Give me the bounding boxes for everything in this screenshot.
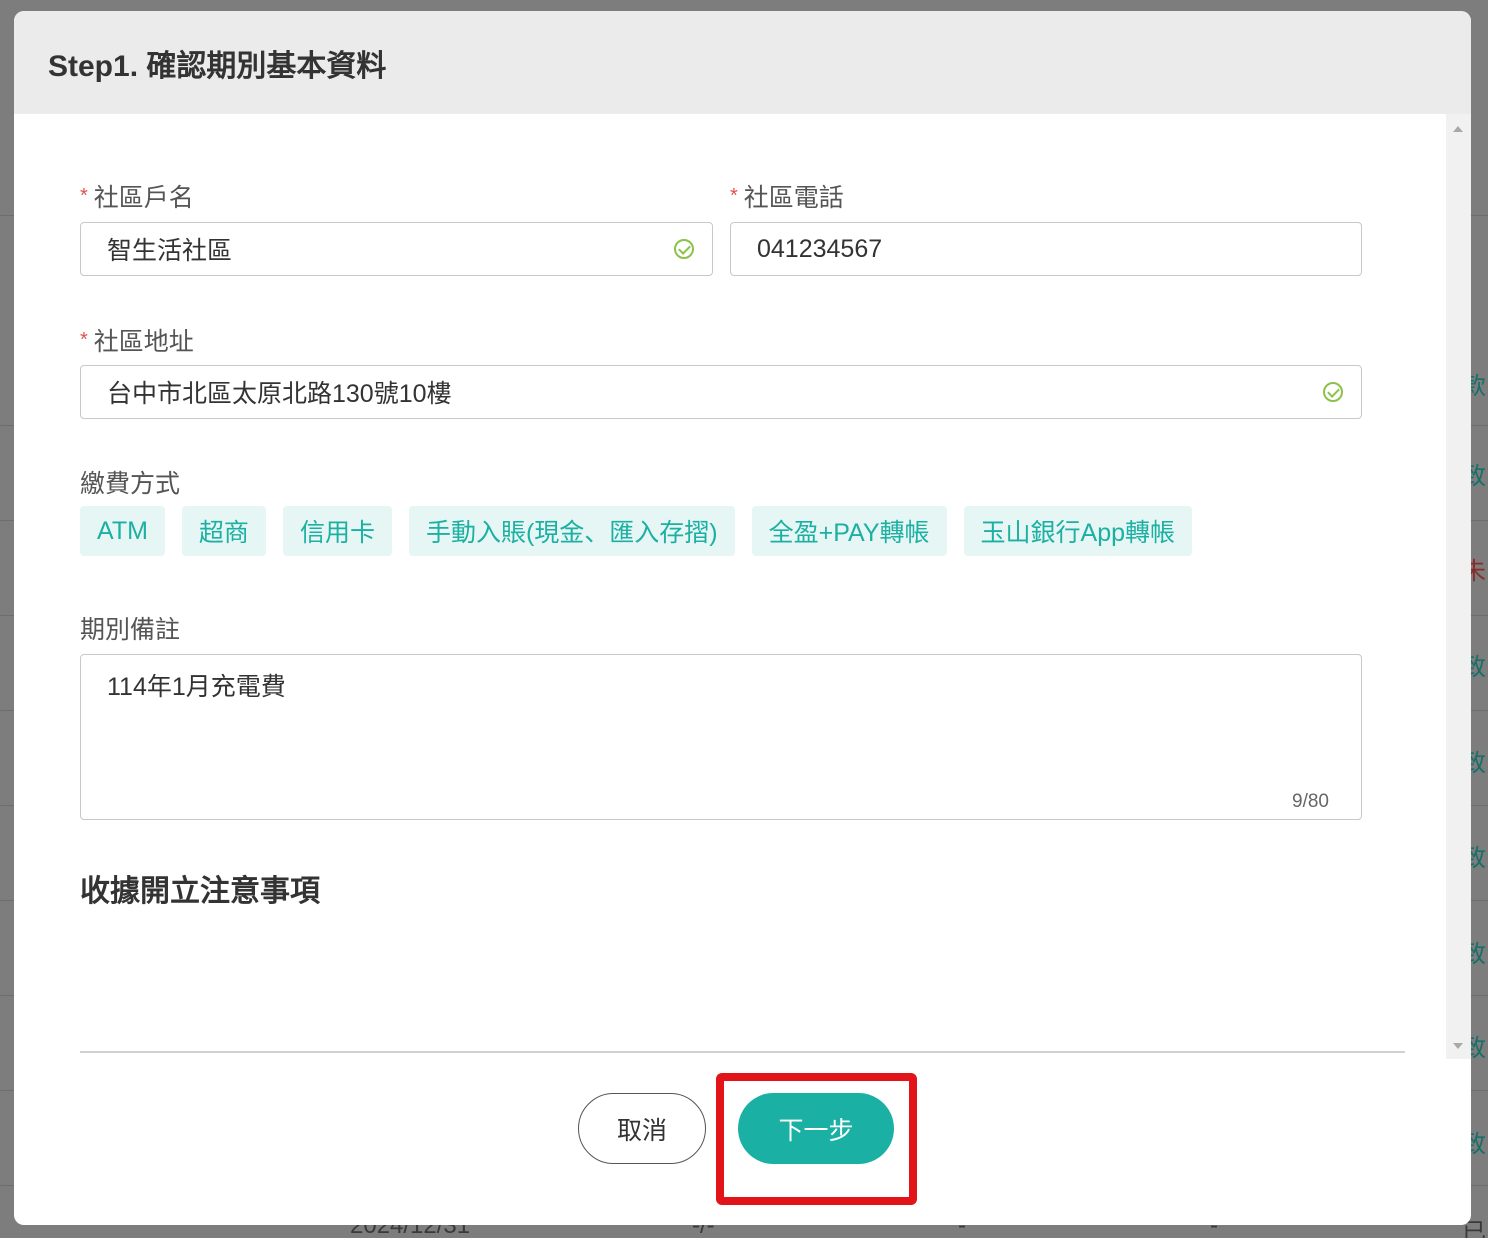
community-phone-input[interactable]: 041234567 (730, 222, 1362, 276)
required-mark: * (80, 329, 88, 351)
payment-tag-pay-transfer: 全盈+PAY轉帳 (751, 506, 947, 556)
valid-check-icon (1323, 382, 1343, 402)
community-address-label: * 社區地址 (80, 328, 194, 356)
dialog-body: * 社區戶名 智生活社區 * 社區電話 041234567 * 社區地址 台中市北區太… (14, 114, 1471, 1059)
community-phone-label: * 社區電話 (730, 184, 844, 212)
required-mark: * (80, 185, 88, 207)
footer-divider (80, 1051, 1405, 1053)
required-mark: * (730, 185, 738, 207)
community-name-input[interactable]: 智生活社區 (80, 222, 713, 276)
payment-method-tags: ATM 超商 信用卡 手動入賬(現金、匯入存摺) 全盈+PAY轉帳 玉山銀行Ap… (80, 506, 1193, 556)
scroll-down-icon[interactable] (1453, 1043, 1463, 1049)
payment-tag-esun-app: 玉山銀行App轉帳 (963, 506, 1193, 556)
step1-dialog: Step1. 確認期別基本資料 * 社區戶名 智生活社區 * 社區電話 041234… (14, 11, 1471, 1225)
community-address-input[interactable]: 台中市北區太原北路130號10樓 (80, 365, 1362, 419)
payment-methods-label: 繳費方式 (80, 470, 181, 498)
dialog-scrollbar[interactable] (1446, 114, 1471, 1059)
dialog-title: Step1. 確認期別基本資料 (48, 49, 387, 83)
dialog-header: Step1. 確認期別基本資料 (14, 11, 1471, 114)
period-note-value: 114年1月充電費 (107, 673, 286, 701)
community-name-label: * 社區戶名 (80, 184, 194, 212)
payment-tag-credit-card: 信用卡 (282, 506, 392, 556)
next-step-button[interactable]: 下一步 (738, 1093, 894, 1164)
payment-tag-atm: ATM (80, 506, 165, 556)
scroll-up-icon[interactable] (1453, 126, 1463, 132)
receipt-notes-title: 收據開立注意事項 (80, 875, 320, 908)
community-phone-value: 041234567 (757, 234, 883, 263)
community-address-value: 台中市北區太原北路130號10樓 (107, 380, 452, 408)
period-note-label: 期別備註 (80, 616, 181, 644)
community-name-value: 智生活社區 (107, 237, 233, 265)
payment-tag-manual-entry: 手動入賬(現金、匯入存摺) (408, 506, 735, 556)
character-counter: 9/80 (1292, 791, 1329, 812)
payment-tag-convenience-store: 超商 (181, 506, 266, 556)
period-note-textarea[interactable]: 114年1月充電費 9/80 (80, 654, 1362, 820)
valid-check-icon (674, 239, 694, 259)
cancel-button[interactable]: 取消 (578, 1093, 706, 1164)
